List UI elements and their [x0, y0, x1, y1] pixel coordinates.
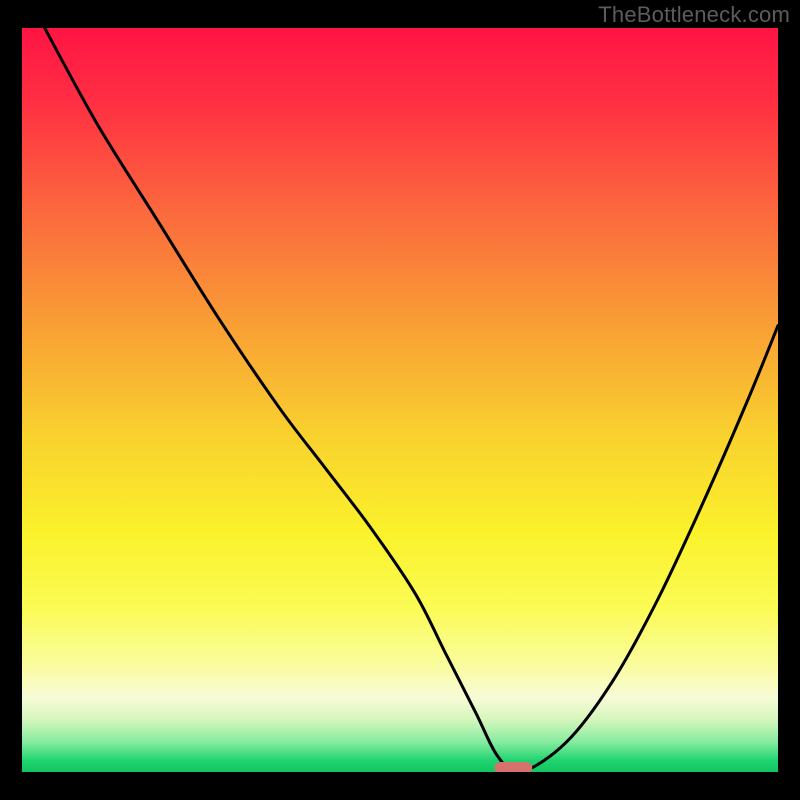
chart-frame: TheBottleneck.com [0, 0, 800, 800]
gradient-rect [22, 28, 778, 772]
watermark-text: TheBottleneck.com [598, 2, 790, 28]
chart-svg [22, 28, 778, 772]
plot-area [22, 28, 778, 772]
optimal-marker [495, 762, 533, 772]
